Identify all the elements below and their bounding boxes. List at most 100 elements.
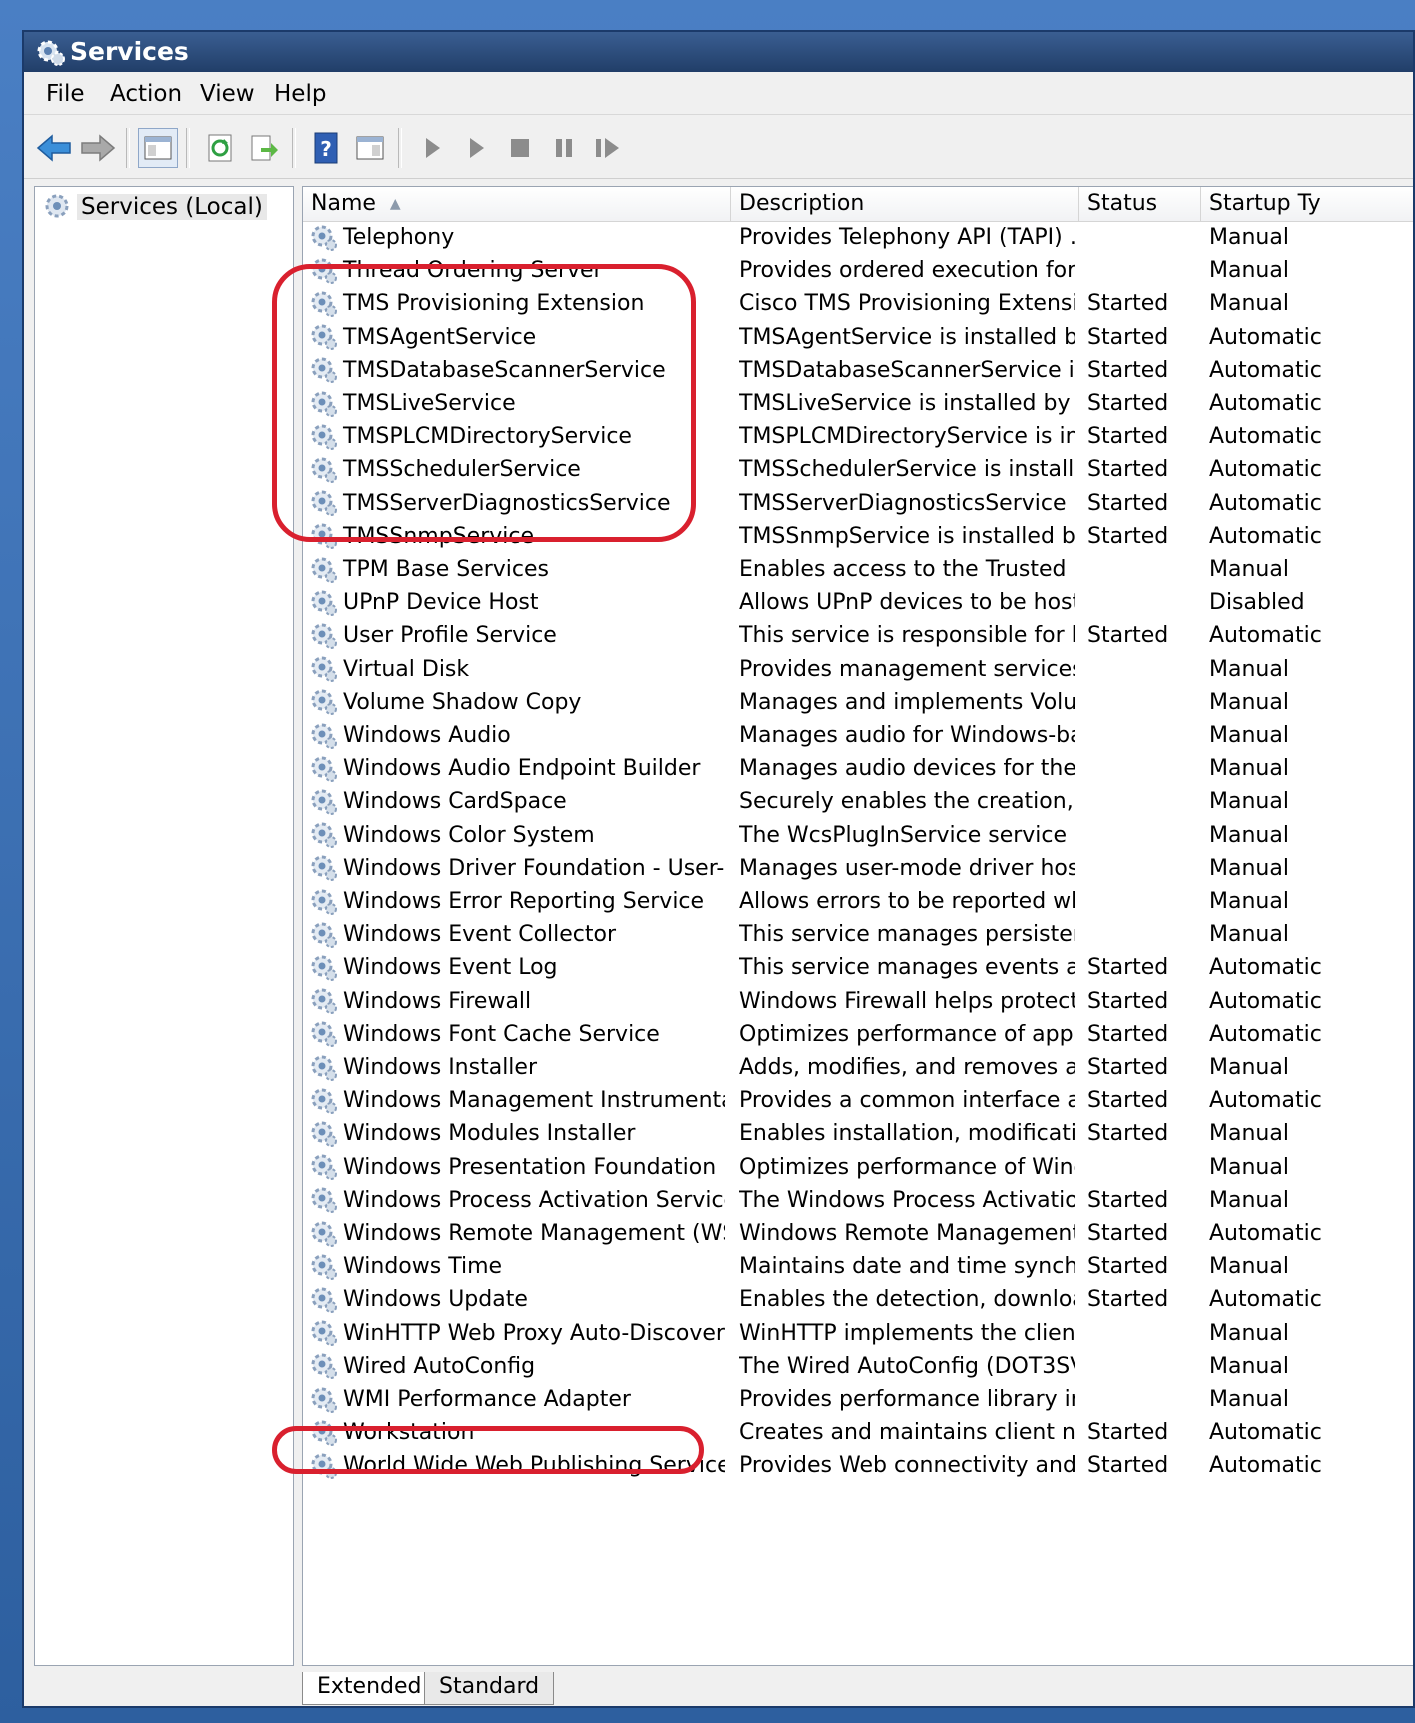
service-status (1087, 686, 1197, 719)
service-status: Started (1087, 391, 1169, 416)
stop-service-icon[interactable] (500, 128, 540, 168)
export-list-icon[interactable] (244, 128, 284, 168)
service-row[interactable]: Windows Management Instrumentation Provid… (303, 1084, 1413, 1117)
service-row[interactable]: Windows Audio Endpoint Builder Manages au… (303, 752, 1413, 785)
service-row[interactable]: UPnP Device Host Allows UPnP devices to b… (303, 586, 1413, 619)
service-status (1087, 1350, 1197, 1383)
properties-pane-icon[interactable] (350, 128, 390, 168)
service-gear-icon (311, 557, 337, 583)
service-name-cell: Windows Event Log (309, 951, 725, 984)
column-header-name[interactable]: Name ▲ (303, 187, 731, 221)
service-gear-icon (311, 689, 337, 716)
service-row[interactable]: TMSAgentService TMSAgentService is instal… (303, 321, 1413, 354)
service-startup-type: Manual (1209, 1353, 1289, 1379)
service-description: Provides ordered execution for … (739, 258, 1075, 284)
service-name-cell: Windows Audio (309, 719, 725, 752)
service-row[interactable]: TMSDatabaseScannerService TMSDatabaseScan… (303, 354, 1413, 387)
service-name: WinHTTP Web Proxy Auto-Discovery … (343, 1320, 725, 1346)
service-row[interactable]: WMI Performance Adapter Provides performa… (303, 1383, 1413, 1416)
service-row[interactable]: TMS Provisioning Extension Cisco TMS Prov… (303, 287, 1413, 320)
service-row[interactable]: Windows Update Enables the detection, dow… (303, 1283, 1413, 1316)
back-arrow-icon[interactable] (34, 128, 74, 168)
service-status: Started (1087, 1453, 1169, 1479)
service-startup-type: Automatic (1209, 988, 1322, 1014)
service-gear-icon (311, 1121, 337, 1147)
service-startup-type: Manual (1209, 1055, 1289, 1080)
service-status: Started (1087, 988, 1169, 1014)
service-row[interactable]: Windows CardSpace Securely enables the cr… (303, 785, 1413, 818)
service-name: TMSAgentService (343, 324, 537, 350)
service-row[interactable]: Windows Audio Manages audio for Windows-b… (303, 719, 1413, 752)
service-gear-icon (311, 955, 337, 981)
service-row[interactable]: TMSLiveService TMSLiveService is installe… (303, 387, 1413, 420)
service-row[interactable]: TMSPLCMDirectoryService TMSPLCMDirectoryS… (303, 420, 1413, 453)
tab-extended[interactable]: Extended (302, 1672, 437, 1705)
column-header-startup-type[interactable]: Startup Ty (1201, 187, 1413, 221)
service-row[interactable]: Windows Event Collector This service mana… (303, 918, 1413, 951)
service-description: TMSSchedulerService is installed… (739, 457, 1075, 483)
service-name: Workstation (343, 1420, 475, 1446)
service-row[interactable]: Wired AutoConfig The Wired AutoConfig (DO… (303, 1350, 1413, 1383)
service-row[interactable]: Windows Font Cache Service Optimizes perf… (303, 1018, 1413, 1051)
service-gear-icon (311, 1320, 337, 1347)
service-status: Started (1087, 623, 1169, 649)
service-row[interactable]: TMSSnmpService TMSSnmpService is installe… (303, 520, 1413, 553)
service-name-cell: Windows Installer (309, 1051, 725, 1084)
service-row[interactable]: Windows Time Maintains date and time sync… (303, 1250, 1413, 1283)
menu-action[interactable]: Action (104, 78, 188, 110)
service-row[interactable]: TMSServerDiagnosticsService TMSServerDiag… (303, 487, 1413, 520)
service-name-cell: Windows Modules Installer (309, 1117, 725, 1150)
service-row[interactable]: TMSSchedulerService TMSSchedulerService i… (303, 453, 1413, 486)
services-window: Services File Action View Help ? Service… (22, 30, 1415, 1708)
column-header-status[interactable]: Status (1079, 187, 1201, 221)
service-row[interactable]: Windows Color System The WcsPlugInService… (303, 819, 1413, 852)
refresh-icon[interactable] (200, 128, 240, 168)
service-name-cell: TMSLiveService (309, 387, 725, 420)
service-row[interactable]: Workstation Creates and maintains client … (303, 1416, 1413, 1449)
service-row[interactable]: World Wide Web Publishing Service Provide… (303, 1449, 1413, 1482)
service-name: Windows Remote Management (WS-M… (343, 1221, 725, 1246)
services-list-pane: Name ▲ Description Status Startup Ty Tele… (302, 186, 1413, 1666)
help-icon[interactable]: ? (306, 128, 346, 168)
service-gear-icon (311, 889, 337, 915)
service-name-cell: Windows Process Activation Service (309, 1184, 725, 1217)
service-row[interactable]: WinHTTP Web Proxy Auto-Discovery … WinHTT… (303, 1317, 1413, 1350)
service-row[interactable]: Windows Driver Foundation - User-mo… Mana… (303, 852, 1413, 885)
service-startup-type: Automatic (1209, 490, 1322, 516)
service-row[interactable]: Volume Shadow Copy Manages and implements… (303, 686, 1413, 719)
pause-service-icon[interactable] (544, 128, 584, 168)
service-row[interactable]: Windows Firewall Windows Firewall helps p… (303, 985, 1413, 1018)
column-header-description[interactable]: Description (731, 187, 1079, 221)
service-row[interactable]: Windows Presentation Foundation Fo… Optim… (303, 1151, 1413, 1184)
column-header-status-label: Status (1087, 191, 1158, 216)
title-bar[interactable]: Services (24, 32, 1413, 72)
service-row[interactable]: User Profile Service This service is resp… (303, 619, 1413, 652)
start-service-icon[interactable] (412, 128, 452, 168)
menu-bar: File Action View Help (24, 74, 1413, 115)
menu-view[interactable]: View (194, 78, 261, 110)
service-row[interactable]: Windows Error Reporting Service Allows er… (303, 885, 1413, 918)
service-description: Allows errors to be reported wh… (739, 889, 1075, 914)
service-startup-type: Automatic (1209, 1221, 1322, 1246)
service-row[interactable]: Windows Event Log This service manages ev… (303, 951, 1413, 984)
service-description: Maintains date and time synchr… (739, 1254, 1075, 1280)
menu-file[interactable]: File (40, 78, 91, 110)
service-name-cell: Windows Driver Foundation - User-mo… (309, 852, 725, 885)
show-hide-tree-icon[interactable] (138, 128, 178, 168)
start-alt-icon[interactable] (456, 128, 496, 168)
menu-help[interactable]: Help (268, 78, 332, 110)
forward-arrow-icon[interactable] (78, 128, 118, 168)
service-gear-icon (311, 258, 337, 284)
service-row[interactable]: Windows Remote Management (WS-M… Windows … (303, 1217, 1413, 1250)
service-row[interactable]: TPM Base Services Enables access to the T… (303, 553, 1413, 586)
service-row[interactable]: Windows Installer Adds, modifies, and rem… (303, 1051, 1413, 1084)
service-row[interactable]: Windows Modules Installer Enables install… (303, 1117, 1413, 1150)
resume-service-icon[interactable] (588, 128, 628, 168)
service-row[interactable]: Telephony Provides Telephony API (TAPI) …… (303, 221, 1413, 254)
service-row[interactable]: Thread Ordering Server Provides ordered e… (303, 254, 1413, 287)
service-row[interactable]: Windows Process Activation Service The Wi… (303, 1184, 1413, 1217)
service-name-cell: Windows Error Reporting Service (309, 885, 725, 918)
tab-standard[interactable]: Standard (424, 1672, 555, 1705)
service-row[interactable]: Virtual Disk Provides management services… (303, 653, 1413, 686)
tree-item-services-local[interactable]: Services (Local) (43, 191, 267, 223)
